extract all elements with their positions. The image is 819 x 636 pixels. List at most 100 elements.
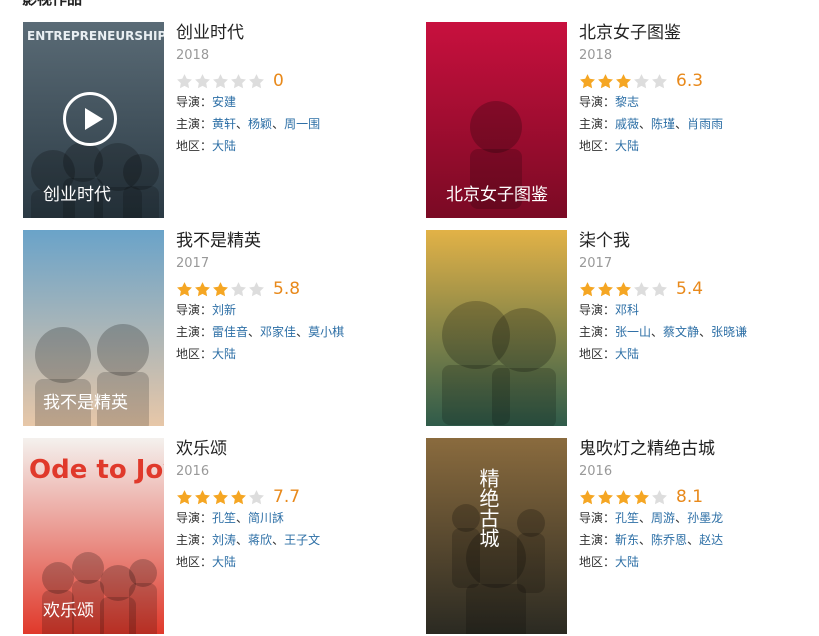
star-icon [616, 489, 631, 504]
star-icon [634, 73, 649, 88]
star-icon [652, 73, 667, 88]
star-icon [231, 489, 246, 504]
cast-link[interactable]: 邓家佳 [260, 325, 296, 339]
star-icon [213, 73, 228, 88]
star-icon [598, 489, 613, 504]
poster-art: 我不是精英 [23, 230, 164, 426]
director-label: 导演： [176, 511, 213, 525]
poster[interactable] [426, 230, 567, 426]
director: 导演：邓科 [579, 299, 819, 321]
rating-score: 0 [273, 71, 284, 91]
region-label: 地区： [579, 555, 616, 569]
cast-link[interactable]: 黄轩 [212, 117, 236, 131]
poster-caption: 创业时代 [43, 185, 111, 205]
cast-link[interactable]: 陈乔恩 [651, 533, 687, 547]
star-icon [249, 73, 264, 88]
region-label: 地区： [176, 347, 213, 361]
director-label: 导演： [176, 303, 213, 317]
cast-link[interactable]: 肖雨雨 [687, 117, 723, 131]
region-link[interactable]: 大陆 [615, 139, 639, 153]
cast-label: 主演： [176, 117, 213, 131]
cast-link[interactable]: 王子文 [284, 533, 320, 547]
cast-label: 主演： [579, 325, 616, 339]
work-title[interactable]: 鬼吹灯之精绝古城 [579, 438, 819, 460]
director-link[interactable]: 刘新 [212, 303, 236, 317]
director-label: 导演： [579, 95, 616, 109]
poster-caption: 精绝古城 [476, 468, 500, 548]
work-title[interactable]: 我不是精英 [176, 230, 416, 252]
cast-link[interactable]: 张一山 [615, 325, 651, 339]
poster[interactable]: 北京女子图鉴 [426, 22, 567, 218]
region: 地区：大陆 [579, 343, 819, 365]
section-title: 影视作品 [22, 0, 82, 9]
separator: 、 [639, 533, 652, 547]
director-link[interactable]: 简川訸 [248, 511, 284, 525]
separator: 、 [248, 325, 261, 339]
cast-link[interactable]: 戚薇 [615, 117, 639, 131]
region-link[interactable]: 大陆 [212, 347, 236, 361]
cast-link[interactable]: 赵达 [699, 533, 723, 547]
separator: 、 [687, 533, 700, 547]
poster[interactable]: Ode to Joy 欢乐颂 [23, 438, 164, 634]
star-icon [580, 73, 595, 88]
star-icon [231, 281, 246, 296]
poster-art: Ode to Joy 欢乐颂 [23, 438, 164, 634]
director-link[interactable]: 孔笙 [615, 511, 639, 525]
cast-link[interactable]: 靳东 [615, 533, 639, 547]
cast-link[interactable]: 杨颖 [248, 117, 272, 131]
region-link[interactable]: 大陆 [212, 555, 236, 569]
cast-link[interactable]: 刘涛 [212, 533, 236, 547]
star-icon [213, 489, 228, 504]
cast-link[interactable]: 雷佳音 [212, 325, 248, 339]
poster[interactable]: 我不是精英 [23, 230, 164, 426]
cast-label: 主演： [176, 325, 213, 339]
cast-link[interactable]: 周一围 [284, 117, 320, 131]
work-card: 柒个我 2017 5.4 导演：邓科 主演：张一山、蔡文静、张晓谦 地区：大陆 [426, 230, 786, 428]
director-link[interactable]: 安建 [212, 95, 236, 109]
star-icon [177, 73, 192, 88]
director-label: 导演： [579, 303, 616, 317]
rating: 6.3 [579, 71, 819, 91]
rating-score: 6.3 [676, 71, 704, 91]
separator: 、 [639, 117, 652, 131]
work-title[interactable]: 欢乐颂 [176, 438, 416, 460]
director-link[interactable]: 周游 [651, 511, 675, 525]
work-title[interactable]: 北京女子图鉴 [579, 22, 819, 44]
poster[interactable]: 精绝古城 [426, 438, 567, 634]
cast: 主演：戚薇、陈瑾、肖雨雨 [579, 113, 819, 135]
rating: 0 [176, 71, 416, 91]
star-icon [249, 281, 264, 296]
director-label: 导演： [176, 95, 213, 109]
director-link[interactable]: 孙墨龙 [687, 511, 723, 525]
work-title[interactable]: 柒个我 [579, 230, 819, 252]
director-link[interactable]: 邓科 [615, 303, 639, 317]
work-card: 精绝古城 鬼吹灯之精绝古城 2016 8.1 导演：孔笙、周游、孙墨龙 主演：靳东、陈乔恩… [426, 438, 786, 636]
work-year: 2018 [176, 48, 210, 63]
work-title[interactable]: 创业时代 [176, 22, 416, 44]
work-year: 2016 [176, 464, 210, 479]
director-link[interactable]: 黎志 [615, 95, 639, 109]
region-label: 地区： [579, 347, 616, 361]
region-link[interactable]: 大陆 [615, 347, 639, 361]
cast-link[interactable]: 陈瑾 [651, 117, 675, 131]
rating-score: 5.8 [273, 279, 301, 299]
play-icon[interactable] [63, 92, 117, 146]
poster-caption: 欢乐颂 [43, 601, 94, 621]
region-link[interactable]: 大陆 [212, 139, 236, 153]
cast-link[interactable]: 蒋欣 [248, 533, 272, 547]
cast-link[interactable]: 蔡文静 [663, 325, 699, 339]
star-icon [652, 489, 667, 504]
cast-link[interactable]: 莫小棋 [308, 325, 344, 339]
cast-link[interactable]: 张晓谦 [711, 325, 747, 339]
region: 地区：大陆 [176, 135, 416, 157]
work-card: ENTREPRENEURSHIP 创业时代 创业时代 2018 0 导演：安建 主演：黄轩、… [23, 22, 383, 220]
separator: 、 [236, 511, 249, 525]
poster[interactable]: ENTREPRENEURSHIP 创业时代 [23, 22, 164, 218]
work-year: 2018 [579, 48, 613, 63]
rating-score: 8.1 [676, 487, 704, 507]
region-link[interactable]: 大陆 [615, 555, 639, 569]
work-year: 2017 [176, 256, 210, 271]
star-icon [634, 489, 649, 504]
cast: 主演：张一山、蔡文静、张晓谦 [579, 321, 819, 343]
director-link[interactable]: 孔笙 [212, 511, 236, 525]
